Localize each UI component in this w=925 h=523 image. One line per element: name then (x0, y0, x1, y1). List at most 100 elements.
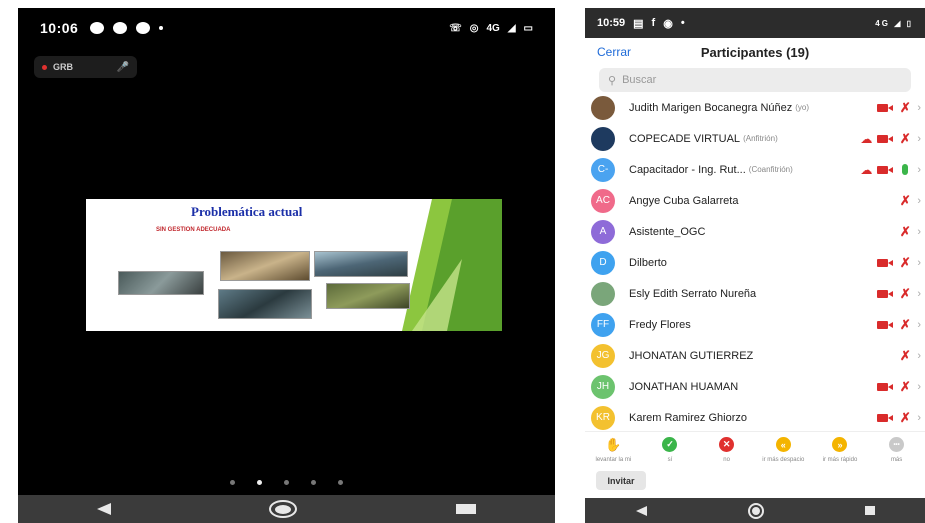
action-label: levantar la mi (595, 457, 632, 463)
participant-row[interactable]: KR Karem Ramirez Ghiorzo ✗ › (585, 402, 925, 433)
mic-off-icon[interactable]: ✗ (898, 348, 912, 364)
page-dot[interactable] (284, 480, 289, 485)
page-indicator[interactable] (18, 480, 555, 485)
chevron-right-icon[interactable]: › (917, 133, 921, 145)
search-placeholder: Buscar (622, 74, 657, 86)
fast-forward-icon: » (832, 437, 848, 452)
action-label: ir más rápido (822, 457, 858, 463)
mic-off-icon[interactable]: ✗ (898, 286, 912, 302)
participant-name: Angye Cuba Galarreta (629, 194, 739, 207)
participant-name: JHONATAN GUTIERREZ (629, 349, 754, 362)
action-label: sí (667, 457, 673, 463)
hotspot-icon: ◎ (469, 22, 479, 34)
participant-row[interactable]: C- Capacitador - Ing. Rut... (Coanfitrió… (585, 154, 925, 185)
mic-off-icon[interactable]: ✗ (898, 224, 912, 240)
video-off-icon[interactable] (877, 165, 894, 175)
slide-subtitle: SIN GESTION ADECUADA (156, 227, 231, 233)
participant-row[interactable]: AC Angye Cuba Galarreta ✗ › (585, 185, 925, 216)
action-label: más (890, 457, 903, 463)
mic-on-icon[interactable] (902, 164, 909, 175)
participant-row[interactable]: A Asistente_OGC ✗ › (585, 216, 925, 247)
video-off-icon[interactable] (877, 134, 894, 144)
participant-name: Fredy Flores (629, 318, 691, 331)
action-label: no (723, 457, 730, 463)
participant-row[interactable]: COPECADE VIRTUAL (Anfitrión) ☁ ✗ › (585, 123, 925, 154)
chevron-right-icon[interactable]: › (917, 226, 921, 238)
recent-apps-icon[interactable] (864, 506, 875, 515)
participant-list: Judith Marigen Bocanegra Núñez (yo) ✗ › C… (585, 92, 925, 433)
avatar: C- (591, 157, 615, 182)
call-icon: ☏ (449, 22, 462, 34)
video-off-icon[interactable] (877, 289, 894, 299)
close-button[interactable]: Cerrar (597, 45, 631, 59)
page-dot[interactable] (311, 480, 316, 485)
participant-name: Dilberto (629, 256, 667, 269)
participant-row[interactable]: FF Fredy Flores ✗ › (585, 309, 925, 340)
participant-row[interactable]: Judith Marigen Bocanegra Núñez (yo) ✗ › (585, 92, 925, 123)
chevron-right-icon[interactable]: › (917, 381, 921, 393)
participant-tag: (Coanfitrión) (748, 165, 793, 174)
video-off-icon[interactable] (877, 320, 894, 330)
more-notifications-icon (159, 26, 164, 30)
video-off-icon[interactable] (877, 258, 894, 268)
participant-row[interactable]: JH JONATHAN HUAMAN ✗ › (585, 371, 925, 402)
more-notifications-icon: • (680, 17, 685, 29)
mic-off-icon[interactable]: ✗ (898, 100, 912, 116)
chevron-right-icon[interactable]: › (917, 319, 921, 331)
left-phone-screen: 10:06 ☏ ◎ 4G ◢ ▭ GRB 🎤 Problemática actu… (18, 8, 555, 523)
app-icon (136, 22, 151, 34)
avatar: A (591, 219, 615, 244)
avatar (591, 281, 615, 306)
action-label: ir más despacio (762, 457, 805, 463)
avatar (591, 126, 615, 151)
right-status-time: 10:59 (597, 17, 626, 29)
video-off-icon[interactable] (877, 103, 894, 113)
participant-row[interactable]: JG JHONATAN GUTIERREZ ✗ › (585, 340, 925, 371)
mic-off-icon[interactable]: ✗ (898, 317, 912, 333)
chevron-right-icon[interactable]: › (917, 102, 921, 114)
yes-button[interactable]: ✓ sí (642, 437, 698, 463)
recording-indicator[interactable]: GRB 🎤 (34, 56, 137, 78)
video-off-icon[interactable] (877, 382, 894, 392)
mic-off-icon[interactable]: ✗ (898, 379, 912, 395)
signal-icon: ◢ (507, 22, 516, 34)
home-icon[interactable] (747, 502, 764, 519)
mic-off-icon[interactable]: ✗ (898, 193, 912, 209)
video-off-icon[interactable] (877, 413, 894, 423)
slide-photo-2 (220, 251, 310, 281)
raise-hand-button[interactable]: ✋ levantar la mi (585, 437, 641, 464)
chevron-right-icon[interactable]: › (917, 164, 921, 176)
avatar: FF (591, 312, 615, 337)
participant-name: Asistente_OGC (629, 225, 706, 238)
right-phone-screen: 10:59 ▤ f ◉ • 4G ◢ ▯ Cerrar Participante… (585, 8, 925, 523)
back-icon[interactable] (635, 505, 647, 516)
chevron-right-icon[interactable]: › (917, 195, 921, 207)
right-status-bar: 10:59 ▤ f ◉ • 4G ◢ ▯ (585, 8, 925, 38)
recent-apps-icon[interactable] (455, 504, 476, 514)
participant-row[interactable]: D Dilberto ✗ › (585, 247, 925, 278)
mic-off-icon[interactable]: ✗ (898, 410, 912, 426)
chevron-right-icon[interactable]: › (917, 350, 921, 362)
right-nav-bar (585, 498, 925, 523)
chevron-right-icon[interactable]: › (917, 412, 921, 424)
search-input[interactable]: ⚲ Buscar (599, 68, 911, 92)
mic-off-icon[interactable]: ✗ (898, 255, 912, 271)
home-icon[interactable] (269, 500, 298, 518)
participant-row[interactable]: Esly Edith Serrato Nureña ✗ › (585, 278, 925, 309)
slower-button[interactable]: « ir más despacio (755, 437, 811, 463)
more-button[interactable]: ••• más (869, 437, 925, 463)
faster-button[interactable]: » ir más rápido (812, 437, 868, 463)
page-dot[interactable] (230, 480, 235, 485)
page-dot-active[interactable] (257, 480, 262, 485)
back-icon[interactable] (97, 503, 112, 515)
chevron-right-icon[interactable]: › (917, 257, 921, 269)
page-dot[interactable] (338, 480, 343, 485)
cloud-record-icon: ☁ (860, 162, 873, 177)
invite-button[interactable]: Invitar (596, 471, 646, 490)
mic-off-icon[interactable]: ✗ (898, 131, 912, 147)
notification-icon (113, 22, 128, 34)
chevron-right-icon[interactable]: › (917, 288, 921, 300)
participant-name: Capacitador - Ing. Rut... (629, 163, 746, 176)
check-icon: ✓ (662, 437, 678, 452)
no-button[interactable]: ✕ no (699, 437, 755, 463)
